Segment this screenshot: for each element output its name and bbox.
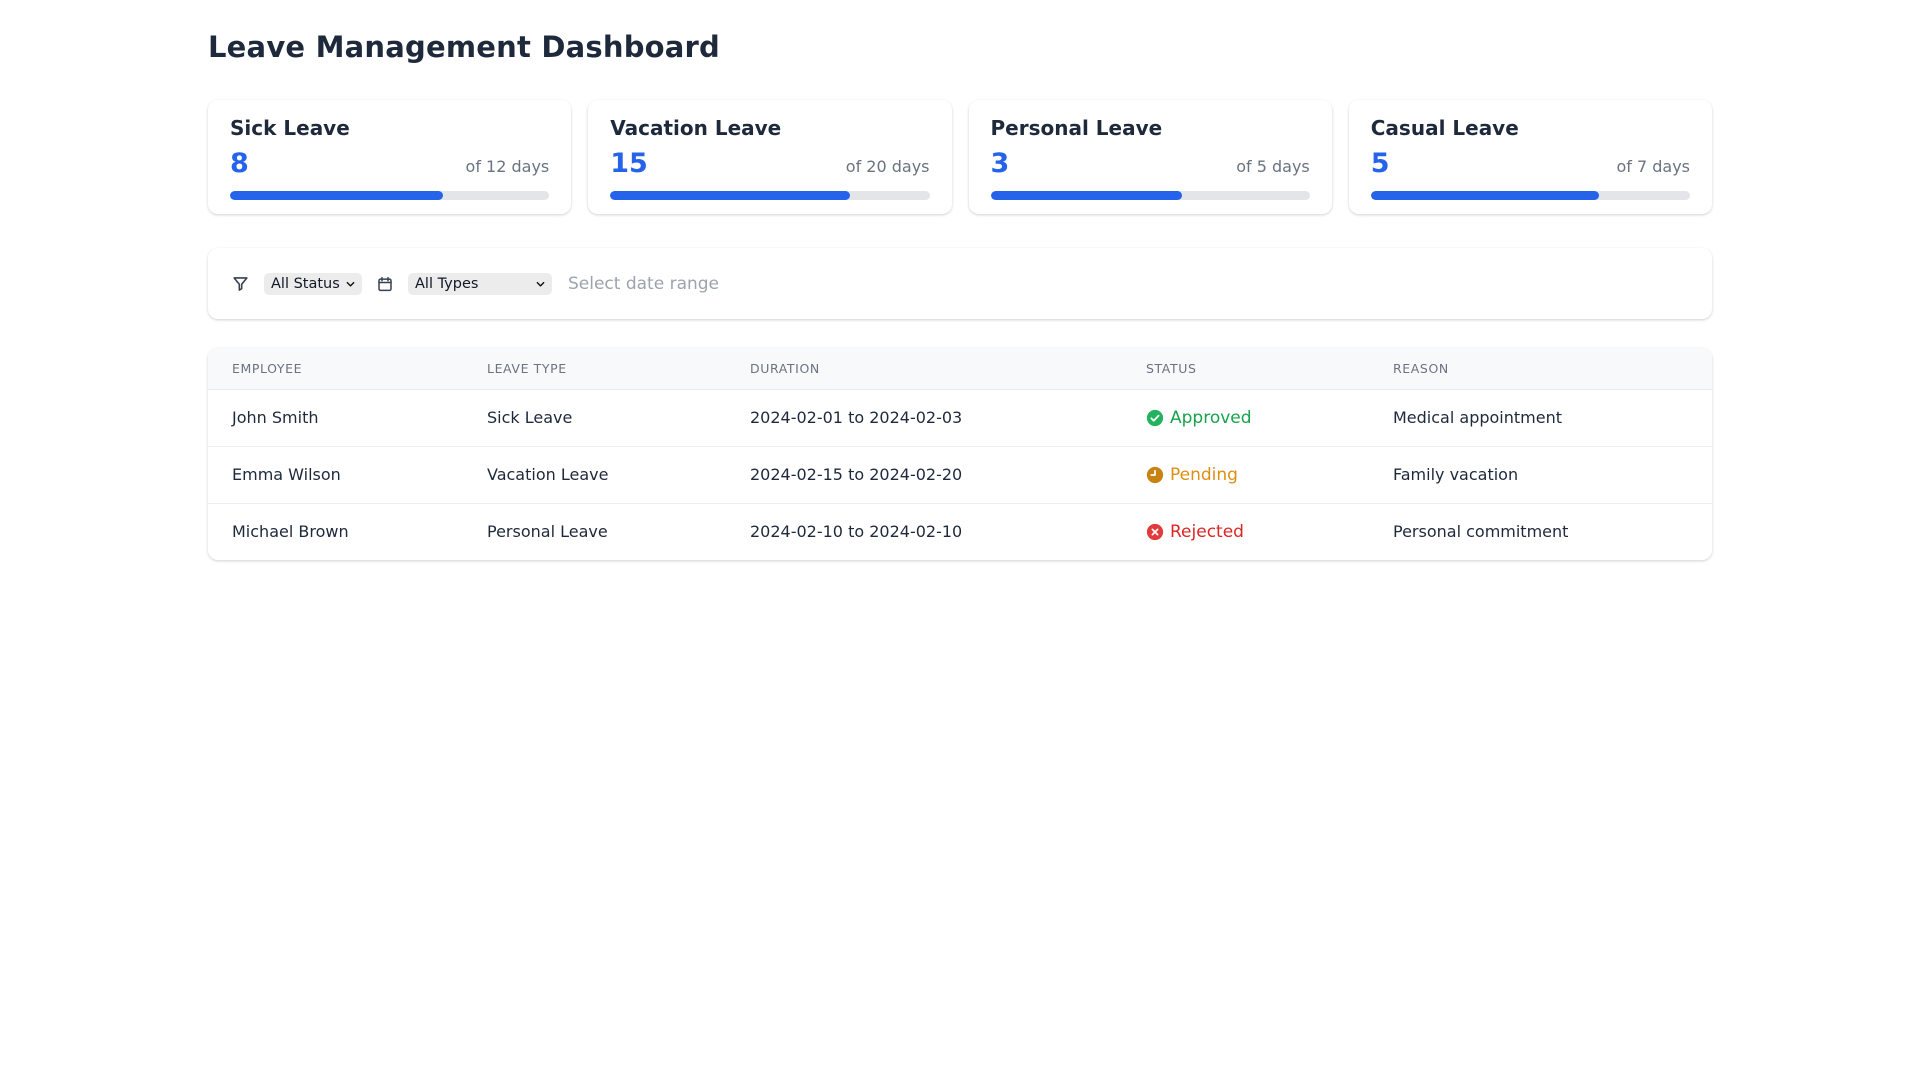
- column-header-leave-type: LEAVE TYPE: [463, 348, 726, 389]
- summary-cards: Sick Leave 8 of 12 days Vacation Leave 1…: [208, 100, 1712, 214]
- employee-cell: John Smith: [208, 389, 463, 446]
- leave-type-cell: Sick Leave: [463, 389, 726, 446]
- card-sick-leave: Sick Leave 8 of 12 days: [208, 100, 571, 214]
- card-stat-row: 3 of 5 days: [991, 148, 1310, 179]
- leave-requests-table: EMPLOYEE LEAVE TYPE DURATION STATUS REAS…: [208, 348, 1712, 560]
- filter-bar: All Status All Types: [208, 248, 1712, 319]
- progress-fill: [610, 191, 849, 200]
- status-cell: Rejected: [1122, 503, 1369, 560]
- total-days-label: of 12 days: [466, 158, 550, 176]
- progress-track: [230, 191, 549, 200]
- duration-cell: 2024-02-10 to 2024-02-10: [726, 503, 1122, 560]
- type-filter-wrap: All Types: [408, 273, 552, 295]
- card-title: Vacation Leave: [610, 116, 929, 140]
- progress-track: [610, 191, 929, 200]
- duration-cell: 2024-02-01 to 2024-02-03: [726, 389, 1122, 446]
- funnel-icon: [231, 274, 250, 293]
- status-cell: Pending: [1122, 446, 1369, 503]
- check-circle-icon: [1146, 409, 1164, 427]
- card-stat-row: 5 of 7 days: [1371, 148, 1690, 179]
- used-days-value: 8: [230, 148, 249, 179]
- table-row: Emma Wilson Vacation Leave 2024-02-15 to…: [208, 446, 1712, 503]
- date-range-input[interactable]: [566, 273, 886, 295]
- employee-cell: Emma Wilson: [208, 446, 463, 503]
- column-header-status: STATUS: [1122, 348, 1369, 389]
- table-row: Michael Brown Personal Leave 2024-02-10 …: [208, 503, 1712, 560]
- progress-track: [1371, 191, 1690, 200]
- card-personal-leave: Personal Leave 3 of 5 days: [969, 100, 1332, 214]
- leave-requests-table-card: EMPLOYEE LEAVE TYPE DURATION STATUS REAS…: [208, 348, 1712, 560]
- card-stat-row: 8 of 12 days: [230, 148, 549, 179]
- total-days-label: of 5 days: [1236, 158, 1310, 176]
- status-filter-select[interactable]: All Status: [264, 273, 362, 295]
- status-badge: Approved: [1170, 408, 1252, 428]
- used-days-value: 15: [610, 148, 648, 179]
- reason-cell: Medical appointment: [1369, 389, 1712, 446]
- used-days-value: 3: [991, 148, 1010, 179]
- card-casual-leave: Casual Leave 5 of 7 days: [1349, 100, 1712, 214]
- reason-cell: Family vacation: [1369, 446, 1712, 503]
- clock-icon: [1146, 466, 1164, 484]
- calendar-icon: [376, 275, 394, 293]
- column-header-duration: DURATION: [726, 348, 1122, 389]
- total-days-label: of 7 days: [1616, 158, 1690, 176]
- progress-fill: [991, 191, 1183, 200]
- card-title: Personal Leave: [991, 116, 1310, 140]
- card-stat-row: 15 of 20 days: [610, 148, 929, 179]
- column-header-reason: REASON: [1369, 348, 1712, 389]
- column-header-employee: EMPLOYEE: [208, 348, 463, 389]
- progress-fill: [1371, 191, 1599, 200]
- status-badge: Rejected: [1170, 522, 1244, 542]
- used-days-value: 5: [1371, 148, 1390, 179]
- status-badge: Pending: [1170, 465, 1238, 485]
- total-days-label: of 20 days: [846, 158, 930, 176]
- page-container: Leave Management Dashboard Sick Leave 8 …: [208, 0, 1712, 560]
- progress-fill: [230, 191, 443, 200]
- page-title: Leave Management Dashboard: [208, 30, 1712, 64]
- card-title: Sick Leave: [230, 116, 549, 140]
- leave-type-cell: Personal Leave: [463, 503, 726, 560]
- status-filter-wrap: All Status: [264, 273, 362, 295]
- status-cell: Approved: [1122, 389, 1369, 446]
- leave-type-cell: Vacation Leave: [463, 446, 726, 503]
- card-title: Casual Leave: [1371, 116, 1690, 140]
- card-vacation-leave: Vacation Leave 15 of 20 days: [588, 100, 951, 214]
- reason-cell: Personal commitment: [1369, 503, 1712, 560]
- x-circle-icon: [1146, 523, 1164, 541]
- duration-cell: 2024-02-15 to 2024-02-20: [726, 446, 1122, 503]
- table-row: John Smith Sick Leave 2024-02-01 to 2024…: [208, 389, 1712, 446]
- progress-track: [991, 191, 1310, 200]
- table-header-row: EMPLOYEE LEAVE TYPE DURATION STATUS REAS…: [208, 348, 1712, 389]
- type-filter-select[interactable]: All Types: [408, 273, 552, 295]
- employee-cell: Michael Brown: [208, 503, 463, 560]
